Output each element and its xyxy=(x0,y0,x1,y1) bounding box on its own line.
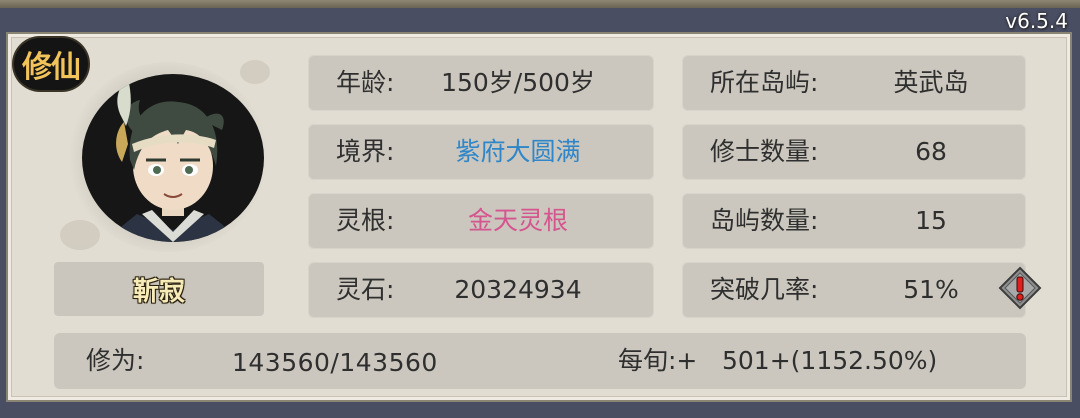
stat-island-count: 岛屿数量: 15 xyxy=(682,193,1026,249)
stat-value: 20324934 xyxy=(454,275,582,304)
cultivation-badge: 修仙 xyxy=(14,38,88,90)
stat-label: 年龄: xyxy=(336,68,395,97)
stat-value: 68 xyxy=(915,137,947,166)
stat-value: 51% xyxy=(903,275,959,304)
cultivation-rate-label: 每旬:+ xyxy=(618,346,698,375)
stat-island: 所在岛屿: 英武岛 xyxy=(682,55,1026,111)
cultivation-label: 修为: xyxy=(86,346,145,375)
warning-diamond-icon[interactable] xyxy=(998,266,1042,310)
stat-age: 年龄: 150岁/500岁 xyxy=(308,55,654,111)
avatar[interactable] xyxy=(82,74,264,242)
stat-spirit-root: 灵根: 金天灵根 xyxy=(308,193,654,249)
stat-value: 15 xyxy=(915,206,947,235)
stat-value: 金天灵根 xyxy=(467,206,568,235)
cultivation-value: 143560/143560 xyxy=(232,348,438,377)
character-name-plate[interactable]: 靳寂 xyxy=(54,262,264,316)
stat-label: 所在岛屿: xyxy=(710,68,819,97)
stat-label: 灵根: xyxy=(336,206,395,235)
top-strip xyxy=(0,0,1080,8)
stat-value: 150岁/500岁 xyxy=(441,68,595,97)
stat-value: 英武岛 xyxy=(893,68,969,97)
stat-spirit-stones: 灵石: 20324934 xyxy=(308,262,654,318)
stat-realm: 境界: 紫府大圆满 xyxy=(308,124,654,180)
stat-cultivator-count: 修士数量: 68 xyxy=(682,124,1026,180)
cultivation-rate-value: 501+(1152.50%) xyxy=(722,346,938,375)
stat-label: 灵石: xyxy=(336,275,395,304)
stat-label: 突破几率: xyxy=(710,275,819,304)
version-label: v6.5.4 xyxy=(1005,9,1068,33)
stat-value: 紫府大圆满 xyxy=(455,137,581,166)
stat-breakthrough-chance: 突破几率: 51% xyxy=(682,262,1026,318)
stat-label: 境界: xyxy=(336,137,395,166)
cultivation-bar: 修为: 143560/143560 每旬:+ 501+(1152.50%) xyxy=(54,333,1026,389)
badge-label: 修仙 xyxy=(22,50,81,85)
stat-label: 岛屿数量: xyxy=(710,206,819,235)
character-name: 靳寂 xyxy=(132,276,185,307)
stat-label: 修士数量: xyxy=(710,137,819,166)
